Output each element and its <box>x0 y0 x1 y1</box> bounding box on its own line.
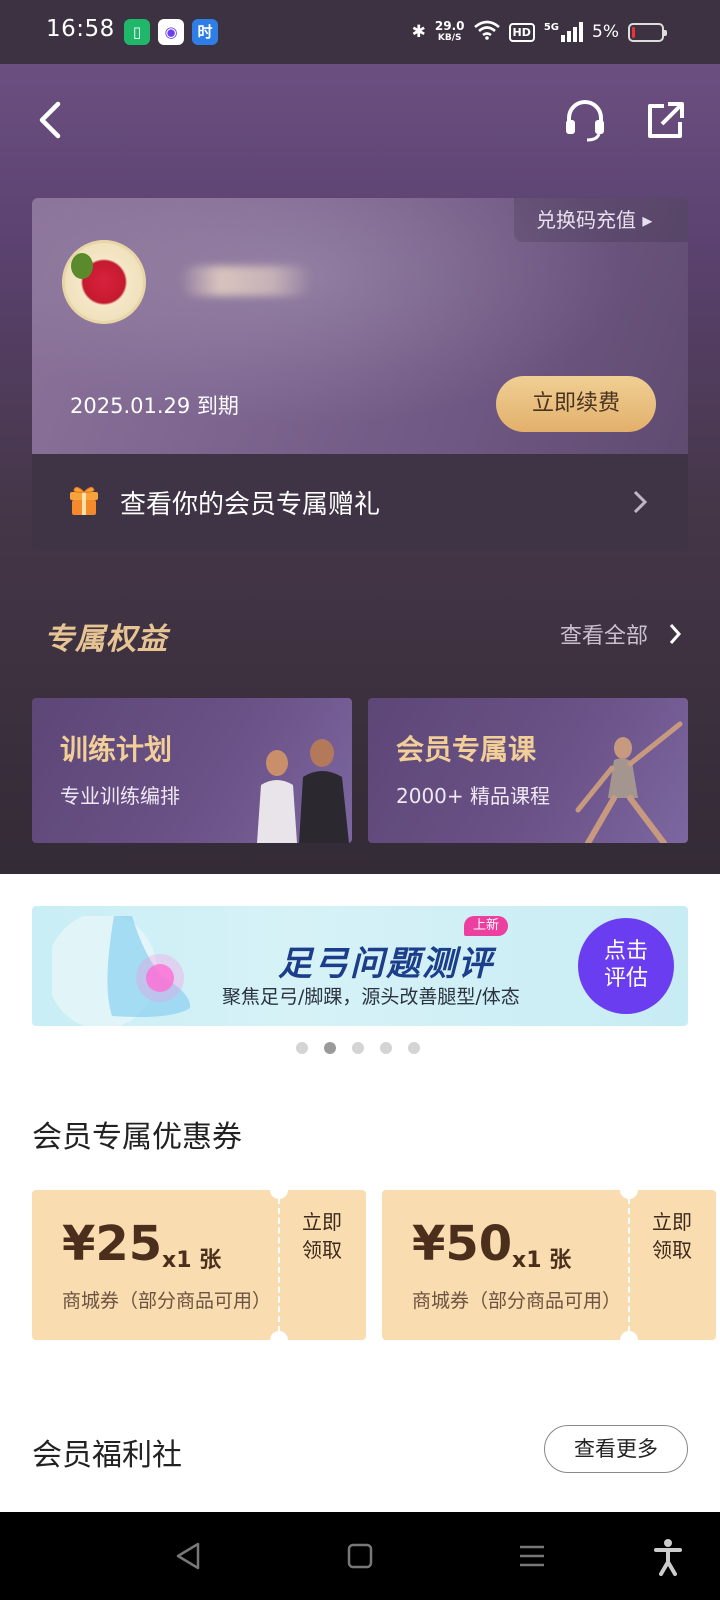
nav-back-icon[interactable] <box>168 1536 208 1576</box>
carousel-dots <box>296 1042 420 1054</box>
sim-app-icon: ▯ <box>124 19 150 45</box>
foot-graphic <box>47 913 202 1026</box>
member-gift-row[interactable]: 查看你的会员专属赠礼 <box>32 454 688 550</box>
accessibility-icon[interactable] <box>648 1536 688 1576</box>
view-more-button[interactable]: 查看更多 <box>544 1425 688 1473</box>
redeem-code-link[interactable]: 兑换码充值 ▸ <box>514 198 688 242</box>
network-speed: 29.0 KB/S <box>434 19 465 43</box>
system-nav-bar <box>0 1512 720 1600</box>
gift-row-label: 查看你的会员专属赠礼 <box>120 490 381 520</box>
chevron-right-icon <box>632 488 648 516</box>
chevron-right-icon[interactable] <box>668 622 682 646</box>
calendar-app-icon: 时 <box>192 19 218 45</box>
coupon-card[interactable]: ¥50 x1 张 商城券（部分商品可用） 立即领取 <box>382 1181 716 1349</box>
coupon-divider <box>628 1198 630 1332</box>
evaluate-button[interactable]: 点击 评估 <box>578 918 674 1014</box>
coupon-quantity: x1 张 <box>512 1248 572 1273</box>
status-right-group: ✱ 29.0 KB/S HD 5G 5% <box>411 18 667 46</box>
coupon-description: 商城券（部分商品可用） <box>62 1290 272 1312</box>
carousel-dot[interactable] <box>380 1042 392 1054</box>
carousel-dot[interactable] <box>408 1042 420 1054</box>
membership-expiry: 2025.01.29 到期 <box>70 394 239 418</box>
signal-icon: 5G <box>544 22 584 42</box>
share-icon[interactable] <box>644 100 686 142</box>
back-arrow-icon[interactable] <box>30 96 70 144</box>
benefit-subtitle: 2000+ 精品课程 <box>396 784 551 808</box>
dancer-image <box>568 718 688 843</box>
app-notification-icon: ◉ <box>158 19 184 45</box>
carousel-dot[interactable] <box>296 1042 308 1054</box>
foot-arch-banner[interactable]: 上新 足弓问题测评 聚焦足弓/脚踝，源头改善腿型/体态 点击 评估 <box>32 906 688 1026</box>
banner-subtitle: 聚焦足弓/脚踝，源头改善腿型/体态 <box>222 986 520 1008</box>
coupon-notch <box>620 1181 638 1199</box>
coupon-amount: ¥50 <box>412 1216 513 1272</box>
coupon-card[interactable]: ¥25 x1 张 商城券（部分商品可用） 立即领取 <box>32 1181 366 1349</box>
carousel-dot-active[interactable] <box>324 1042 336 1054</box>
battery-icon <box>628 22 667 42</box>
battery-percent: 5% <box>592 22 619 42</box>
headset-icon[interactable] <box>563 98 607 142</box>
avatar[interactable] <box>62 240 146 324</box>
benefit-subtitle: 专业训练编排 <box>60 784 180 808</box>
nav-menu-icon[interactable] <box>512 1536 552 1576</box>
status-bar: 16:58 ▯ ◉ 时 ✱ 29.0 KB/S HD 5G 5% <box>0 0 720 64</box>
coupons-section-title: 会员专属优惠券 <box>32 1120 242 1155</box>
bluetooth-icon: ✱ <box>411 22 426 42</box>
coupon-amount: ¥25 <box>62 1216 163 1272</box>
claim-coupon-button[interactable]: 立即领取 <box>302 1208 342 1264</box>
coupon-quantity: x1 张 <box>162 1248 222 1273</box>
athletes-image <box>247 723 352 843</box>
welfare-section-title: 会员福利社 <box>32 1438 182 1473</box>
status-time: 16:58 <box>46 16 115 42</box>
benefit-card-member-course[interactable]: 会员专属课 2000+ 精品课程 <box>368 698 688 843</box>
coupon-notch <box>620 1331 638 1349</box>
coupon-description: 商城券（部分商品可用） <box>412 1290 622 1312</box>
renew-button[interactable]: 立即续费 <box>496 376 656 432</box>
benefit-title: 会员专属课 <box>396 733 537 766</box>
username-blurred <box>180 266 312 296</box>
benefit-title: 训练计划 <box>60 733 173 766</box>
coupon-notch <box>270 1331 288 1349</box>
exclusive-benefits-title: 专属权益 <box>44 622 168 657</box>
view-all-link[interactable]: 查看全部 <box>560 618 648 650</box>
claim-coupon-button[interactable]: 立即领取 <box>652 1208 692 1264</box>
nav-home-icon[interactable] <box>340 1536 380 1576</box>
hd-badge: HD <box>508 22 535 42</box>
coupon-divider <box>278 1198 280 1332</box>
benefit-card-training-plan[interactable]: 训练计划 专业训练编排 <box>32 698 352 843</box>
gift-icon <box>68 482 100 516</box>
carousel-dot[interactable] <box>352 1042 364 1054</box>
banner-title: 足弓问题测评 <box>278 944 494 984</box>
new-badge: 上新 <box>464 916 508 936</box>
coupon-notch <box>270 1181 288 1199</box>
wifi-icon <box>473 20 500 45</box>
